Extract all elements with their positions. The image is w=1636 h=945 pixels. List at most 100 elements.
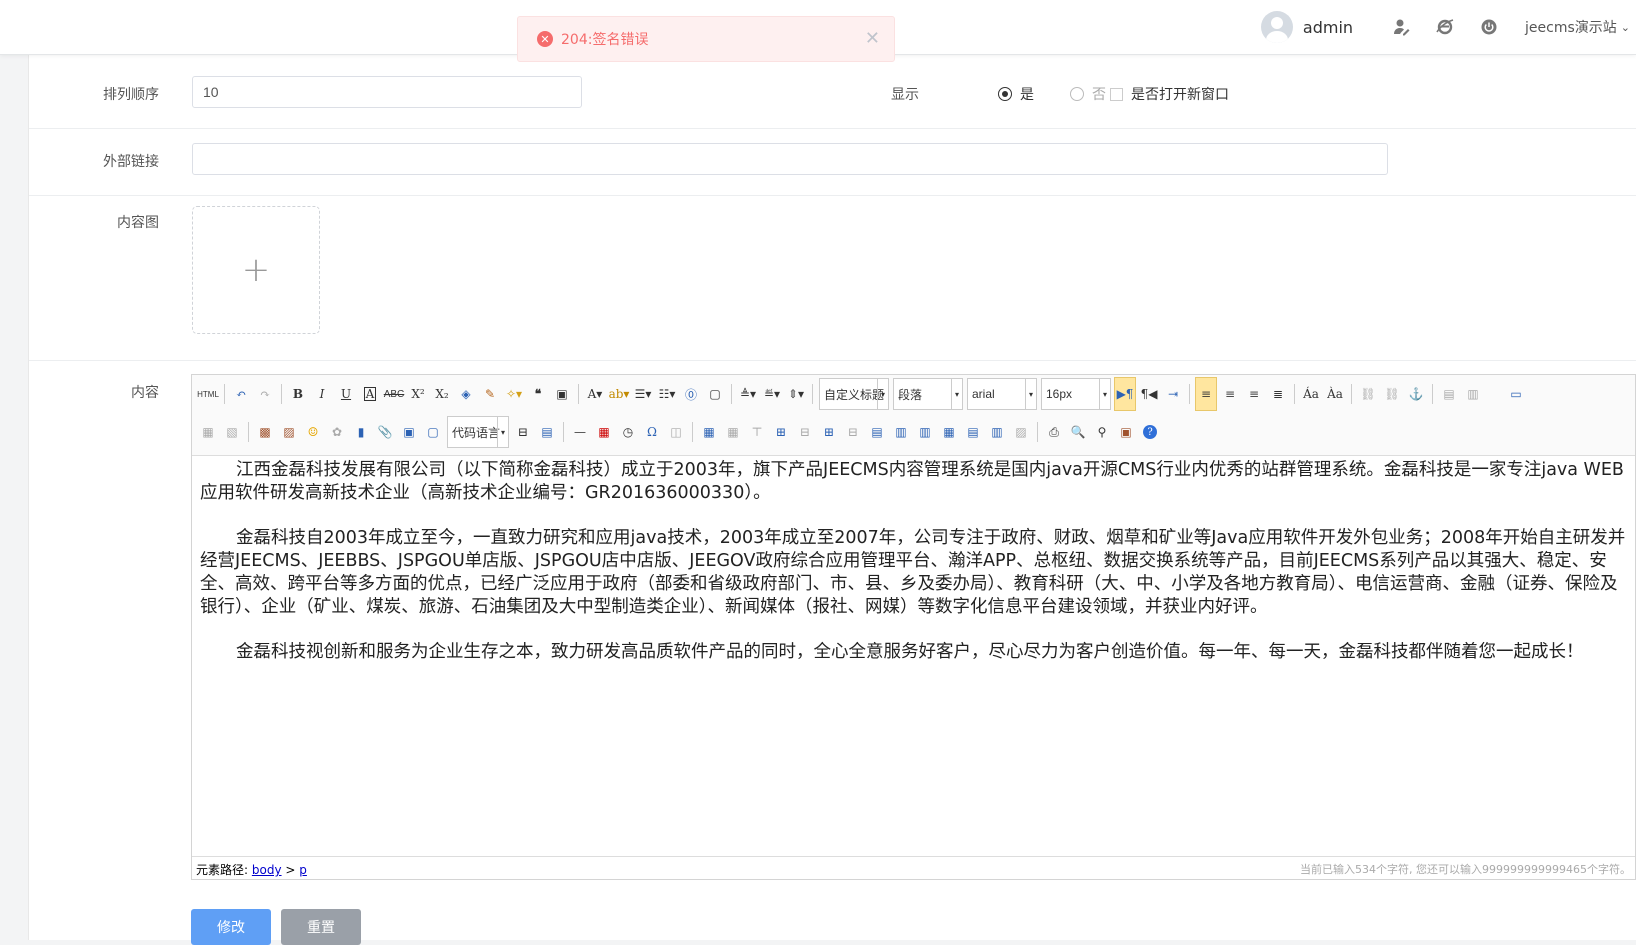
bold-icon[interactable]: B [287,383,309,405]
font-family-select[interactable]: arial ▾ [967,378,1037,410]
close-icon[interactable]: ✕ [865,28,880,49]
search-icon[interactable]: ⚲ [1091,421,1113,443]
html-source-icon[interactable]: HTML [197,383,219,405]
emotion-icon[interactable]: ☺ [302,421,324,443]
ltr-direction-icon[interactable]: ▶¶ [1114,377,1136,411]
paragraph-select[interactable]: 段落 ▾ [893,378,963,410]
paste-plain-icon[interactable]: ▣ [551,383,573,405]
insert-paragraph-before-table-icon[interactable]: ⊤ [746,421,768,443]
scrawl-icon[interactable]: ✿ [326,421,348,443]
browser-icon[interactable] [1435,17,1455,37]
ordered-list-icon[interactable]: ☰▾ [632,383,654,405]
preview-icon[interactable]: 🔍 [1067,421,1089,443]
italic-icon[interactable]: I [311,383,333,405]
font-border-icon[interactable]: A [359,383,381,405]
image-upload-button[interactable]: + [192,206,320,334]
custom-title-select[interactable]: 自定义标题 ▾ [819,378,889,410]
editor-content[interactable]: 江西金磊科技发展有限公司（以下简称金磊科技）成立于2003年，旗下产品JEECM… [200,459,1627,686]
insert-video-icon[interactable]: ▮ [350,421,372,443]
line-height-icon[interactable]: ⇕▾ [785,383,807,405]
align-justify-icon[interactable]: ≣ [1267,383,1289,405]
sort-order-input[interactable]: 10 [192,76,582,108]
print-icon[interactable]: ⎙ [1043,421,1065,443]
format-painter-icon[interactable]: ✎ [479,383,501,405]
align-right-icon[interactable]: ≡ [1243,383,1265,405]
delete-row-icon[interactable]: ⊟ [794,421,816,443]
unlink-icon[interactable]: ⛓ [1381,383,1403,405]
code-language-select[interactable]: 代码语言 ▾ [447,416,509,448]
link-icon[interactable]: ⛓ [1357,383,1379,405]
map-icon[interactable]: ▣ [398,421,420,443]
underline-icon[interactable]: U [335,383,357,405]
row-spacing-top-icon[interactable]: ≜▾ [737,383,759,405]
delete-col-icon[interactable]: ⊟ [842,421,864,443]
rtl-direction-icon[interactable]: ¶◀ [1138,383,1160,405]
image-center-icon[interactable]: ▧ [221,421,243,443]
username[interactable]: admin [1303,18,1353,37]
site-selector[interactable]: jeecms演示站 ⌄ [1525,17,1630,37]
insert-table-icon[interactable]: ▦ [698,421,720,443]
special-chars-icon[interactable]: Ω [641,421,663,443]
eraser-icon[interactable]: ◈ [455,383,477,405]
blockquote-icon[interactable]: ❝ [527,383,549,405]
image-none-icon[interactable]: ▤ [1438,383,1460,405]
horizontal-rule-icon[interactable]: — [569,421,591,443]
external-link-row: 外部链接 [29,129,1636,196]
merge-down-icon[interactable]: ▥ [914,421,936,443]
user-settings-icon[interactable] [1391,17,1411,37]
template-icon[interactable]: ▤ [536,421,558,443]
clear-doc-icon[interactable]: ▢ [704,383,726,405]
insert-row-icon[interactable]: ⊞ [770,421,792,443]
attachment-icon[interactable]: 📎 [374,421,396,443]
path-p-link[interactable]: p [299,863,307,877]
new-window-checkbox[interactable] [1110,87,1123,101]
avatar[interactable] [1260,11,1293,43]
merge-right-icon[interactable]: ▥ [890,421,912,443]
insert-frame-icon[interactable]: ▢ [422,421,444,443]
undo-icon[interactable]: ↶ [230,383,252,405]
subscript-icon[interactable]: X₂ [431,383,453,405]
element-path: 元素路径: body > p [196,861,307,878]
external-link-input[interactable] [192,143,1388,175]
split-cols-icon[interactable]: ▥ [986,421,1008,443]
date-icon[interactable]: ▦ [593,421,615,443]
drafts-icon[interactable]: ▣ [1115,421,1137,443]
strikethrough-icon[interactable]: ABC [383,383,405,405]
lowercase-icon[interactable]: Àa [1324,383,1346,405]
page-break-icon[interactable]: ⊟ [512,421,534,443]
indent-icon[interactable]: ⇥ [1162,383,1184,405]
simple-upload-icon[interactable]: ▩ [254,421,276,443]
image-right-icon[interactable]: ▦ [197,421,219,443]
anchor-icon[interactable]: ⚓ [1405,383,1427,405]
power-icon[interactable] [1479,17,1499,37]
align-center-icon[interactable]: ≡ [1219,383,1241,405]
merge-cells-icon[interactable]: ▤ [866,421,888,443]
superscript-icon[interactable]: X² [407,383,429,405]
split-rows-icon[interactable]: ▤ [962,421,984,443]
search-replace-icon[interactable]: ◫ [665,421,687,443]
fullscreen-icon[interactable]: ▭ [1505,383,1527,405]
delete-table-icon[interactable]: ▦ [722,421,744,443]
path-body-link[interactable]: body [252,863,282,877]
uppercase-icon[interactable]: Áa [1300,383,1322,405]
insert-col-icon[interactable]: ⊞ [818,421,840,443]
unordered-list-icon[interactable]: ☷▾ [656,383,678,405]
background-color-icon[interactable]: ab▾ [608,383,630,405]
custom-title-value: 自定义标题 [824,387,885,402]
auto-format-icon[interactable]: ✧▾ [503,383,525,405]
insert-image-icon[interactable]: ▨ [278,421,300,443]
time-icon[interactable]: ◷ [617,421,639,443]
font-size-select[interactable]: 16px ▾ [1041,378,1111,410]
select-all-icon[interactable]: ⓪ [680,383,702,405]
help-icon[interactable]: ? [1139,421,1161,443]
display-no-radio[interactable]: 否 [1070,84,1106,104]
row-spacing-bottom-icon[interactable]: ≝▾ [761,383,783,405]
font-color-icon[interactable]: A▾ [584,383,606,405]
redo-icon[interactable]: ↷ [254,383,276,405]
split-cells-icon[interactable]: ▦ [938,421,960,443]
charts-icon[interactable]: ▨ [1010,421,1032,443]
align-left-icon[interactable]: ≡ [1195,377,1217,411]
toolbar-separator [281,384,282,404]
image-left-icon[interactable]: ▥ [1462,383,1484,405]
display-yes-radio[interactable]: 是 [998,84,1034,104]
